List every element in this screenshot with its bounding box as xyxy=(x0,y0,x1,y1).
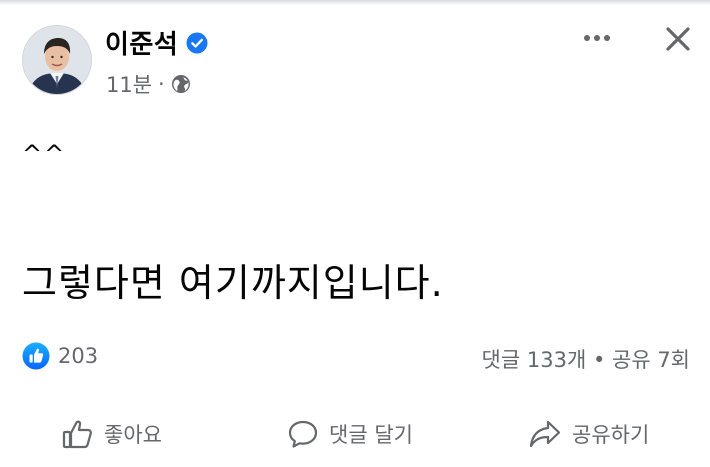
like-button[interactable]: 좋아요 xyxy=(62,408,162,460)
avatar[interactable] xyxy=(22,25,92,95)
thumbs-up-icon xyxy=(62,420,92,449)
like-label: 좋아요 xyxy=(104,423,162,447)
like-count[interactable]: 203 xyxy=(58,344,98,368)
meta-separator: · xyxy=(158,72,165,96)
verified-badge-icon xyxy=(186,32,208,54)
share-arrow-icon xyxy=(529,420,561,448)
share-label: 공유하기 xyxy=(572,423,650,447)
post-emoticon: ^^ xyxy=(22,140,67,168)
author-row: 이준석 xyxy=(105,24,208,61)
comment-label: 댓글 달기 xyxy=(329,423,413,447)
comment-share-stats[interactable]: 댓글 133개 • 공유 7회 xyxy=(482,344,690,374)
like-reaction-icon[interactable] xyxy=(22,342,50,370)
post-timestamp[interactable]: 11분 xyxy=(106,69,152,99)
share-button[interactable]: 공유하기 xyxy=(528,408,649,460)
comment-button[interactable]: 댓글 달기 xyxy=(287,408,413,460)
more-options-icon[interactable] xyxy=(580,28,614,48)
post-meta: 11분 · xyxy=(106,69,191,99)
action-bar: 좋아요 댓글 달기 공유하기 xyxy=(0,408,710,460)
post-text: 그렇다면 여기까지입니다. xyxy=(22,261,444,305)
close-icon[interactable] xyxy=(664,25,692,53)
top-divider xyxy=(0,0,710,5)
comment-bubble-icon xyxy=(288,420,318,448)
author-name[interactable]: 이준석 xyxy=(105,24,178,61)
globe-icon xyxy=(171,74,191,94)
facebook-post: 이준석 11분 · ^^ 그렇다면 여기까지입니다. 203 댓글 133개 •… xyxy=(0,0,710,467)
